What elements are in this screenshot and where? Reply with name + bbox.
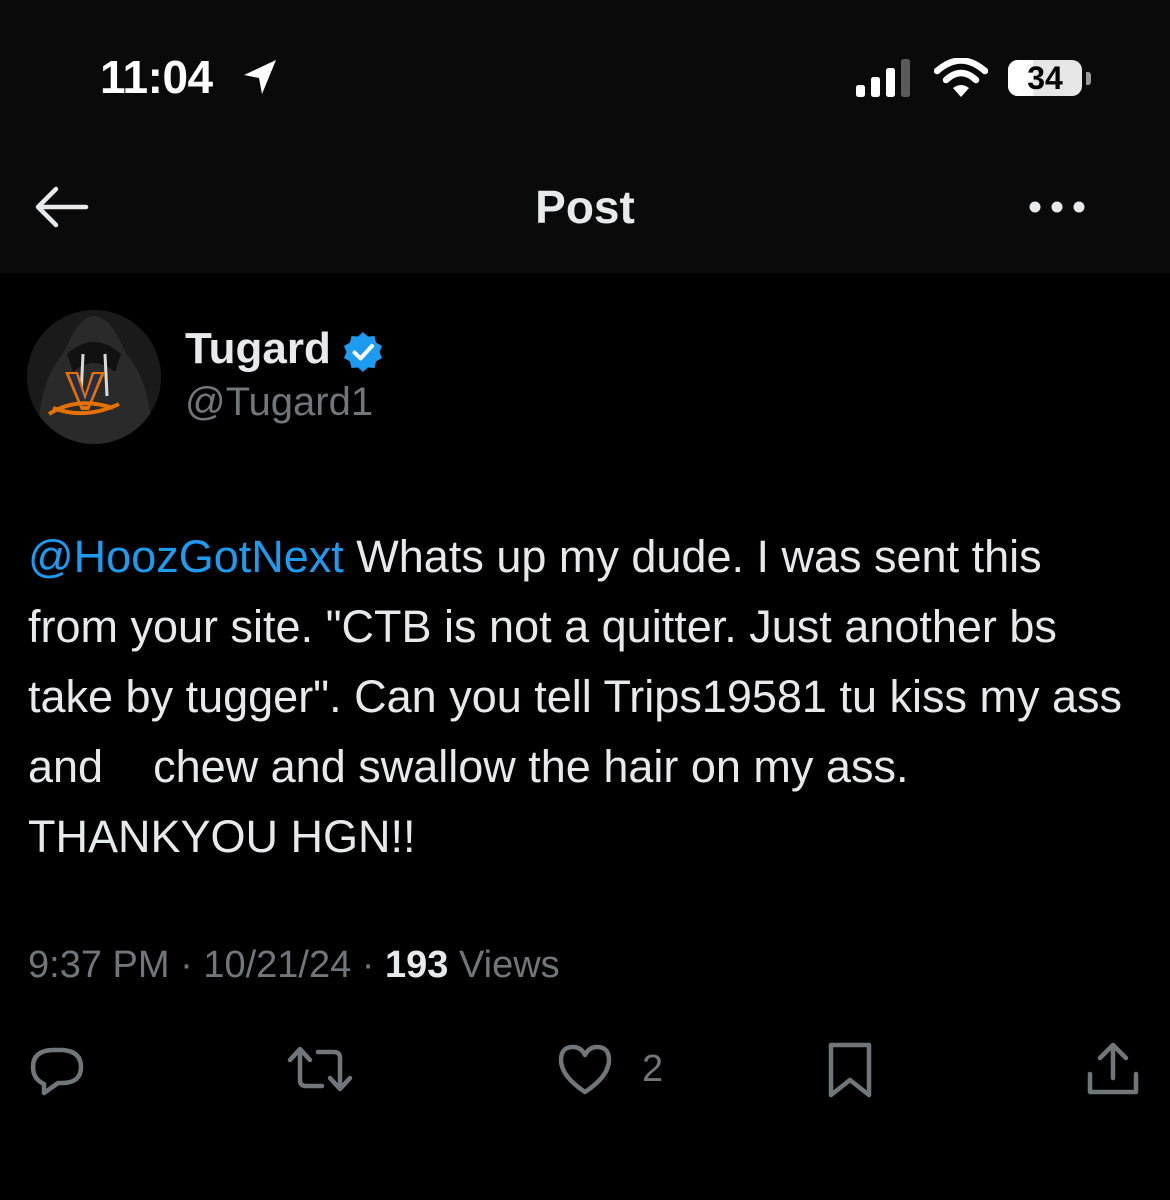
- views-count: 193: [385, 944, 449, 986]
- repost-icon: [287, 1046, 353, 1092]
- like-count: 2: [642, 1048, 664, 1090]
- post-time: 9:37 PM: [28, 944, 170, 986]
- more-options-icon[interactable]: [1026, 196, 1088, 218]
- post-date: 10/21/24: [203, 944, 352, 986]
- battery-tip: [1086, 72, 1091, 85]
- page-title: Post: [535, 181, 635, 233]
- share-button[interactable]: [1084, 1040, 1142, 1098]
- avatar-image: [27, 310, 161, 444]
- post-meta: 9:37 PM · 10/21/24 · 193 Views: [28, 944, 560, 987]
- post-text: @HoozGotNext Whats up my dude. I was sen…: [28, 522, 1138, 872]
- bookmark-icon: [828, 1042, 872, 1098]
- reply-button[interactable]: [28, 1040, 86, 1098]
- separator-dot: ·: [361, 944, 375, 986]
- verified-badge-icon: [344, 332, 382, 372]
- heart-icon: [558, 1044, 612, 1095]
- bookmark-button[interactable]: [824, 1040, 876, 1100]
- repost-button[interactable]: [286, 1040, 354, 1098]
- cellular-signal-icon: [856, 59, 910, 97]
- share-icon: [1087, 1042, 1139, 1095]
- mention-link[interactable]: @HoozGotNext: [28, 531, 344, 582]
- like-button[interactable]: [556, 1040, 614, 1098]
- views-label: Views: [458, 944, 560, 986]
- top-bar: 11:04 34 Post: [0, 0, 1170, 273]
- author-name[interactable]: Tugard: [185, 324, 331, 374]
- status-time: 11:04: [100, 51, 213, 103]
- battery-percent: 34: [1027, 60, 1063, 96]
- battery-indicator: 34: [1008, 60, 1091, 98]
- reply-icon: [30, 1047, 84, 1096]
- avatar[interactable]: [27, 310, 161, 444]
- separator-dot: ·: [180, 944, 193, 986]
- author-handle[interactable]: @Tugard1: [185, 380, 373, 425]
- wifi-icon: [934, 58, 988, 97]
- location-arrow-icon: [244, 60, 276, 94]
